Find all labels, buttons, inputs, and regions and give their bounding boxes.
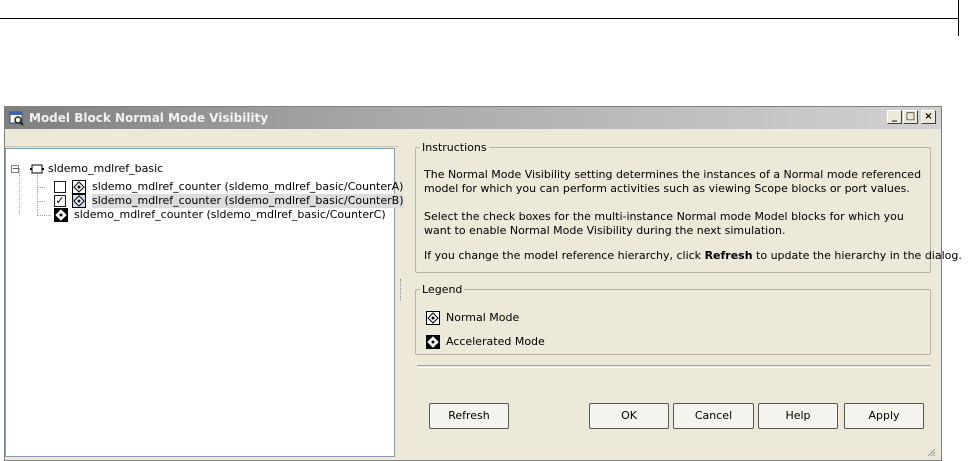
visibility-checkbox-countera[interactable]	[54, 181, 66, 193]
button-separator	[417, 365, 931, 368]
normal-mode-icon	[72, 194, 86, 208]
tree-connector	[37, 173, 38, 214]
close-button[interactable]: ×	[921, 110, 936, 124]
legend-title: Legend	[422, 283, 463, 296]
tree-root-label: sldemo_mdlref_basic	[48, 162, 164, 175]
accelerated-mode-icon	[54, 208, 68, 222]
instructions-paragraph-3: If you change the model reference hierar…	[424, 249, 962, 263]
page-header-tick	[958, 0, 959, 36]
window-title: Model Block Normal Mode Visibility	[29, 111, 269, 125]
tree-connector	[37, 187, 45, 188]
instructions-legend: Instructions	[422, 141, 487, 154]
info-panel: Instructions The Normal Mode Visibility …	[405, 129, 962, 460]
accelerated-mode-icon	[426, 335, 440, 349]
legend-group: Legend Normal Mode Accelerated Mode	[415, 283, 931, 355]
page-header-rule	[0, 0, 958, 19]
resize-grip-icon[interactable]	[926, 447, 936, 457]
tree-item-label: sldemo_mdlref_counter (sldemo_mdlref_bas…	[92, 180, 404, 193]
help-button[interactable]: Help	[758, 403, 838, 429]
instructions-text: If you change the model reference hierar…	[424, 249, 705, 262]
model-hierarchy-tree[interactable]: − sldemo_mdlref_basic sldemo_mdlref_coun…	[5, 148, 404, 457]
model-explorer-icon	[9, 111, 24, 126]
minimize-button[interactable]: _	[887, 110, 902, 124]
legend-accelerated-label: Accelerated Mode	[446, 335, 545, 348]
hierarchy-panel: − sldemo_mdlref_basic sldemo_mdlref_coun…	[5, 129, 404, 460]
apply-button[interactable]: Apply	[844, 403, 924, 429]
refresh-button[interactable]: Refresh	[429, 403, 509, 429]
legend-normal-label: Normal Mode	[446, 311, 520, 324]
instructions-paragraph-2: Select the check boxes for the multi-ins…	[424, 210, 904, 237]
collapse-icon[interactable]: −	[11, 165, 19, 173]
tree-connector	[37, 215, 51, 216]
refresh-emphasis: Refresh	[704, 249, 753, 262]
instructions-group: Instructions The Normal Mode Visibility …	[415, 141, 962, 273]
ok-button[interactable]: OK	[589, 403, 669, 429]
tree-header	[5, 129, 399, 147]
panel-splitter[interactable]	[400, 279, 404, 301]
tree-connector	[37, 201, 45, 202]
cancel-button[interactable]: Cancel	[673, 403, 754, 429]
visibility-checkbox-counterb[interactable]: ✓	[54, 195, 66, 207]
title-bar[interactable]: Model Block Normal Mode Visibility _ □ ×	[5, 107, 941, 129]
normal-mode-icon	[426, 311, 440, 325]
instructions-text: to update the hierarchy in the dialog.	[752, 249, 962, 262]
normal-mode-visibility-dialog: Model Block Normal Mode Visibility _ □ ×…	[4, 106, 962, 461]
maximize-button[interactable]: □	[903, 110, 918, 124]
model-root-icon	[30, 164, 44, 174]
instructions-paragraph-1: The Normal Mode Visibility setting deter…	[424, 168, 922, 195]
normal-mode-icon	[72, 180, 86, 194]
tree-connector	[19, 168, 20, 214]
tree-item-label: sldemo_mdlref_counter (sldemo_mdlref_bas…	[92, 194, 404, 208]
tree-item-label: sldemo_mdlref_counter (sldemo_mdlref_bas…	[74, 208, 386, 221]
